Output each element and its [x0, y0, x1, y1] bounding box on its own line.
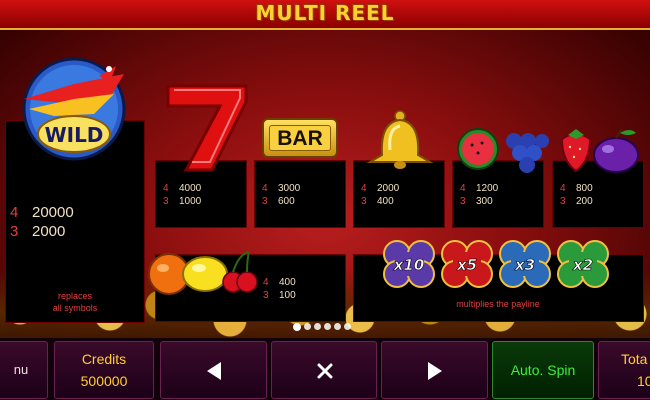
seven-pay-row-2: 3 1000 — [163, 196, 201, 208]
wild-pay-value-2: 2000 — [32, 223, 66, 240]
bell-pay-row-2: 3 400 — [361, 196, 394, 208]
wild-description-line-2: all symbols — [52, 303, 98, 313]
bar-pay-count-2: 3 — [262, 196, 268, 207]
pager-dot-2[interactable] — [304, 323, 311, 330]
pager-dot-3[interactable] — [314, 323, 321, 330]
auto-spin-label: Auto. Spin — [510, 362, 576, 378]
bar-pay-count-1: 4 — [262, 183, 268, 194]
orange-lemon-cherry-pay-row-2: 3 100 — [263, 290, 296, 302]
total-label: Tota — [621, 351, 648, 367]
previous-page-button[interactable] — [160, 341, 267, 399]
wild-pay-count-2: 3 — [10, 223, 19, 240]
strawberry-plum-symbol-icon — [560, 128, 639, 173]
melon-grapes-pay-value-1: 1200 — [476, 183, 499, 194]
multiplier-x2-label: x2 — [572, 256, 593, 274]
auto-spin-button[interactable]: Auto. Spin — [492, 341, 594, 399]
orange-lemon-cherry-pay-row-1: 4 400 — [263, 277, 296, 289]
total-value: 10 — [637, 373, 650, 389]
multiplier-x10-icon: x10 — [383, 240, 435, 288]
pager-dot-6[interactable] — [344, 323, 351, 330]
strawberry-plum-pay-row-1: 4 800 — [560, 183, 593, 195]
orange-lemon-cherry-pay-value-1: 400 — [279, 277, 296, 288]
bar-pay-row-2: 3 600 — [262, 196, 295, 208]
strawberry-plum-pay-count-1: 4 — [560, 183, 566, 194]
total-bet-display: Tota 10 — [598, 341, 650, 399]
multiplier-x10-label: x10 — [393, 256, 425, 274]
melon-grapes-pay-count-1: 4 — [460, 183, 466, 194]
wild-pay-value-1: 20000 — [32, 204, 74, 221]
arrow-right-icon — [428, 362, 442, 380]
bar-label: BAR — [269, 125, 331, 151]
bell-pay-row-1: 4 2000 — [361, 183, 399, 195]
wild-description-line-1: replaces — [57, 291, 93, 301]
close-paytable-button[interactable] — [271, 341, 377, 399]
orange-lemon-cherry-pay-value-2: 100 — [279, 290, 296, 301]
bell-pay-value-2: 400 — [377, 196, 394, 207]
strawberry-plum-pay-value-1: 800 — [576, 183, 593, 194]
pager-dot-1[interactable] — [293, 323, 301, 331]
strawberry-plum-pay-value-2: 200 — [576, 196, 593, 207]
multiplier-x3-label: x3 — [514, 256, 535, 274]
seven-pay-count-2: 3 — [163, 196, 169, 207]
wild-label: WILD — [45, 123, 104, 147]
bar-pay-row-1: 4 3000 — [262, 183, 300, 195]
next-page-button[interactable] — [381, 341, 488, 399]
seven-pay-value-1: 4000 — [179, 183, 202, 194]
orange-lemon-cherry-symbol-icon — [148, 251, 258, 295]
credits-display: Credits 500000 — [54, 341, 154, 399]
bar-symbol-icon: BAR — [262, 118, 338, 158]
menu-label: nu — [13, 362, 29, 377]
multiplier-x5-label: x5 — [456, 256, 477, 274]
seven-pay-value-2: 1000 — [179, 196, 202, 207]
menu-button[interactable]: nu — [0, 341, 48, 399]
wild-pay-count-1: 4 — [10, 204, 19, 221]
seven-pay-row-1: 4 4000 — [163, 183, 201, 195]
credits-value: 500000 — [80, 373, 128, 389]
orange-lemon-cherry-pay-count-2: 3 — [263, 290, 269, 301]
multiplier-x2-icon: x2 — [557, 240, 609, 288]
multipliers-description: multiplies the payline — [456, 299, 540, 309]
seven-symbol-icon — [166, 84, 248, 172]
bell-pay-value-1: 2000 — [377, 183, 400, 194]
bar-pay-value-1: 3000 — [278, 183, 301, 194]
seven-pay-count-1: 4 — [163, 183, 169, 194]
orange-lemon-cherry-pay-count-1: 4 — [263, 277, 269, 288]
strawberry-plum-pay-count-2: 3 — [560, 196, 566, 207]
arrow-left-icon — [207, 362, 221, 380]
multiplier-x5-icon: x5 — [441, 240, 493, 288]
multiplier-clovers: x10 x5 x3 x2 — [383, 240, 609, 288]
bell-pay-count-1: 4 — [361, 183, 367, 194]
strawberry-plum-pay-row-2: 3 200 — [560, 196, 593, 208]
melon-grapes-pay-count-2: 3 — [460, 196, 466, 207]
multiplier-x3-icon: x3 — [499, 240, 551, 288]
melon-grapes-pay-row-2: 3 300 — [460, 196, 493, 208]
pager-dot-4[interactable] — [324, 323, 331, 330]
bell-pay-count-2: 3 — [361, 196, 367, 207]
game-title: MULTI REEL — [255, 1, 395, 25]
wild-pay-row-1: 4 20000 — [10, 204, 74, 221]
close-icon — [317, 363, 333, 379]
credits-label: Credits — [81, 351, 127, 367]
melon-grapes-pay-row-1: 4 1200 — [460, 183, 498, 195]
wild-pay-row-2: 3 2000 — [10, 223, 65, 240]
bar-pay-value-2: 600 — [278, 196, 295, 207]
bell-symbol-icon — [366, 110, 434, 169]
watermelon-grapes-symbol-icon — [457, 128, 549, 173]
pager-dot-5[interactable] — [334, 323, 341, 330]
wild-symbol-icon: WILD — [22, 57, 126, 161]
melon-grapes-pay-value-2: 300 — [476, 196, 493, 207]
